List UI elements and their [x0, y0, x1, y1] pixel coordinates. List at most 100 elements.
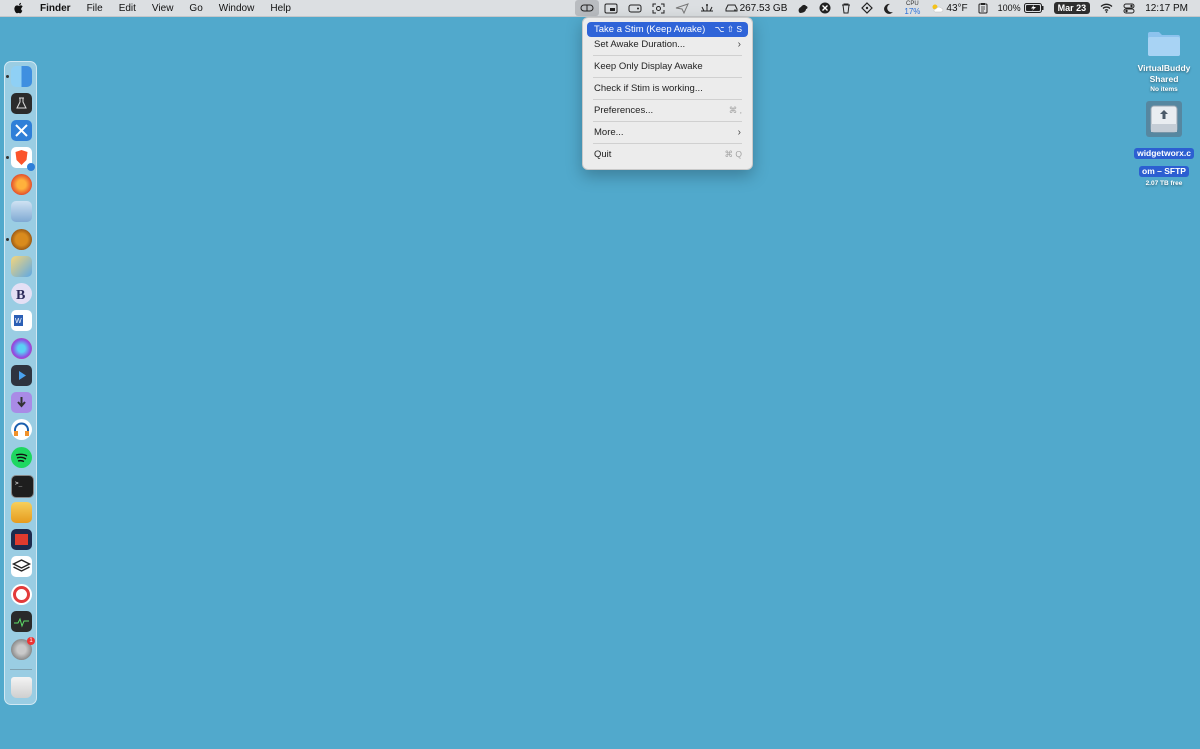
- hard-drive-icon: [725, 4, 738, 12]
- airplane-extra[interactable]: [670, 0, 694, 16]
- desktop-item-name: Shared: [1149, 74, 1179, 84]
- battery-extra[interactable]: 100%: [993, 0, 1049, 16]
- menu-bar: Finder File Edit View Go Window Help 267…: [0, 0, 1200, 17]
- running-indicator: [6, 156, 9, 159]
- cpu-extra[interactable]: CPU 17%: [899, 0, 925, 16]
- app-icon-yellow[interactable]: [11, 502, 32, 523]
- preview-app-icon[interactable]: [11, 201, 32, 222]
- date-extra[interactable]: Mar 23: [1049, 0, 1096, 16]
- arc-browser-icon[interactable]: [11, 338, 32, 359]
- drive-extra[interactable]: [623, 0, 647, 16]
- menu-item-label: Take a Stim (Keep Awake): [594, 24, 706, 35]
- folder-icon: [1148, 32, 1180, 56]
- menu-item-set-awake-duration[interactable]: Set Awake Duration... ›: [587, 37, 748, 52]
- xcode-tools-icon[interactable]: [11, 120, 32, 141]
- menu-item-check-stim[interactable]: Check if Stim is working...: [587, 81, 748, 96]
- diamond-extra[interactable]: [856, 0, 878, 16]
- menu-edit[interactable]: Edit: [119, 3, 136, 14]
- scale-extra[interactable]: [694, 0, 720, 16]
- desktop-item-name: om – SFTP: [1139, 166, 1189, 177]
- desktop-item-name: widgetworx.c: [1134, 148, 1194, 159]
- running-indicator: [6, 238, 9, 241]
- spotify-icon[interactable]: [11, 447, 32, 468]
- x-extra[interactable]: [814, 0, 836, 16]
- firefox-icon[interactable]: [11, 174, 32, 195]
- menu-view[interactable]: View: [152, 3, 174, 14]
- svg-text:>_: >_: [15, 480, 23, 487]
- trash-bin-icon[interactable]: [11, 677, 32, 698]
- menu-bar-left: Finder File Edit View Go Window Help: [0, 0, 307, 16]
- desktop-item-info: No items: [1150, 86, 1178, 93]
- screenshot-icon: [652, 3, 665, 13]
- menu-item-more[interactable]: More... ›: [587, 125, 748, 140]
- weather-temp: 43°F: [946, 2, 968, 14]
- window-extra[interactable]: [599, 0, 623, 16]
- menu-item-shortcut: ⌘ ,: [728, 105, 742, 115]
- layers-app-icon[interactable]: [11, 556, 32, 577]
- menu-item-preferences[interactable]: Preferences... ⌘ ,: [587, 103, 748, 118]
- apple-icon[interactable]: [12, 1, 26, 15]
- menu-file[interactable]: File: [87, 3, 103, 14]
- app-icon-red[interactable]: [11, 529, 32, 550]
- moon-icon: [884, 3, 894, 14]
- svg-text:B: B: [16, 288, 25, 303]
- control-center-extra[interactable]: [1118, 0, 1140, 16]
- wifi-extra[interactable]: [1095, 0, 1118, 16]
- svg-text:W: W: [15, 318, 22, 325]
- opera-icon[interactable]: [11, 584, 32, 605]
- menu-window[interactable]: Window: [219, 3, 255, 14]
- cpu-percent: 17%: [904, 6, 921, 16]
- menu-app-finder[interactable]: Finder: [40, 3, 71, 14]
- flask-app-icon[interactable]: [11, 93, 32, 114]
- screenshot-extra[interactable]: [647, 0, 670, 16]
- menu-item-keep-display-awake[interactable]: Keep Only Display Awake: [587, 59, 748, 74]
- desktop-virtualbuddy-shared[interactable]: VirtualBuddy Shared No items: [1130, 28, 1198, 94]
- menu-item-label: Set Awake Duration...: [594, 39, 686, 50]
- desktop-sftp-volume[interactable]: widgetworx.c om – SFTP 2.07 TB free: [1130, 100, 1198, 188]
- clock-extra[interactable]: 12:17 PM: [1140, 0, 1200, 16]
- paper-plane-icon: [675, 2, 689, 14]
- finder-icon[interactable]: [11, 66, 32, 87]
- stim-dropdown-menu: Take a Stim (Keep Awake) ⌥ ⇧ S Set Awake…: [582, 17, 753, 170]
- night-extra[interactable]: [878, 0, 899, 16]
- menu-item-label: Keep Only Display Awake: [594, 61, 703, 72]
- chevron-right-icon: ›: [737, 39, 741, 50]
- pill-icon: [580, 4, 594, 12]
- menu-separator: [593, 121, 742, 122]
- external-drive-icon: [628, 4, 642, 12]
- bbedit-icon[interactable]: B: [11, 283, 32, 304]
- menu-item-shortcut: ⌘ Q: [724, 149, 742, 159]
- photo-app-icon[interactable]: [11, 256, 32, 277]
- settings-badge: 1: [27, 637, 35, 645]
- clipboard-icon: [978, 3, 988, 14]
- headphones-app-icon[interactable]: [11, 419, 32, 440]
- circle-x-icon: [819, 2, 831, 14]
- acorn-app-icon[interactable]: [11, 229, 32, 250]
- disk-space-extra[interactable]: 267.53 GB: [720, 0, 793, 16]
- terminal-icon[interactable]: >_: [11, 475, 34, 498]
- disk-free-text: 267.53 GB: [739, 2, 788, 14]
- media-player-icon[interactable]: [11, 365, 32, 386]
- activity-monitor-icon[interactable]: [11, 611, 32, 632]
- chevron-right-icon: ›: [737, 127, 741, 138]
- trash-extra[interactable]: [836, 0, 856, 16]
- clipboard-extra[interactable]: [973, 0, 993, 16]
- menu-item-take-stim[interactable]: Take a Stim (Keep Awake) ⌥ ⇧ S: [587, 22, 748, 37]
- diamond-icon: [861, 2, 874, 14]
- weather-extra[interactable]: 43°F: [925, 0, 972, 16]
- menu-separator: [593, 77, 742, 78]
- squirrel-icon: [798, 4, 808, 13]
- word-icon[interactable]: W: [11, 310, 32, 331]
- wifi-icon: [1100, 3, 1113, 13]
- partly-cloudy-icon: [932, 4, 944, 13]
- dock-separator: [10, 669, 32, 670]
- menu-go[interactable]: Go: [189, 3, 202, 14]
- control-center-icon: [1123, 3, 1135, 13]
- downloader-icon[interactable]: [11, 392, 32, 413]
- menu-separator: [593, 99, 742, 100]
- squirrel-extra[interactable]: [792, 0, 814, 16]
- brave-badge: [27, 163, 35, 171]
- menu-item-quit[interactable]: Quit ⌘ Q: [587, 147, 748, 162]
- menu-help[interactable]: Help: [270, 3, 291, 14]
- stim-menu-extra[interactable]: [574, 0, 599, 16]
